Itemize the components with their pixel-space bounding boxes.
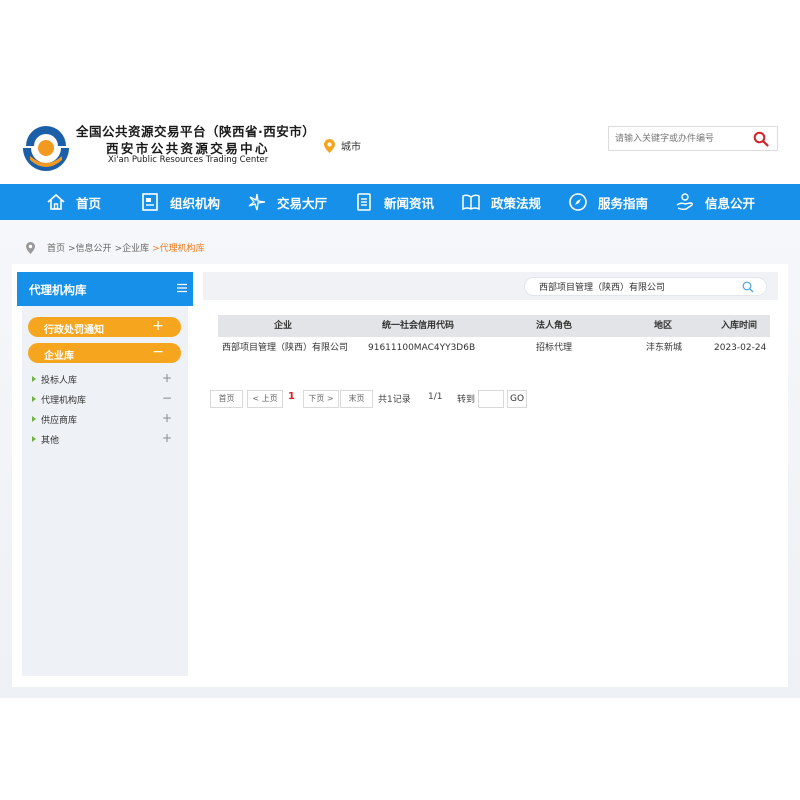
cell-region: 沣东新城 — [646, 343, 683, 353]
search-input[interactable] — [615, 131, 745, 146]
breadcrumb-current: >代理机构库 — [152, 244, 205, 254]
site-header: 全国公共资源交易平台（陕西省·西安市） 西安市公共资源交易中心 Xi'an Pu… — [0, 102, 800, 184]
collapse-icon: − — [161, 391, 172, 405]
location-pin-icon — [324, 138, 335, 153]
cell-company[interactable]: 西部项目管理（陕西）有限公司 — [222, 337, 348, 359]
nav-item-trading-hall[interactable]: 交易大厅 — [247, 184, 327, 220]
pager-pages: 1/1 — [428, 392, 443, 402]
pager-go-button[interactable]: GO — [507, 390, 527, 408]
location-pin-icon — [26, 241, 35, 254]
site-search — [608, 126, 778, 151]
star-icon — [248, 193, 266, 211]
pager-current-page[interactable]: 1 — [288, 391, 295, 402]
pager-prev-button[interactable]: < 上页 — [247, 390, 283, 408]
main-nav: 首页 组织机构 交易大厅 新闻资讯 政策法规 服务指南 信息公开 — [0, 184, 800, 220]
logo-icon — [23, 126, 69, 171]
pager-goto-input[interactable] — [478, 390, 504, 408]
sidebar-header: 代理机构库 — [17, 272, 193, 306]
site-english-name: Xi'an Public Resources Trading Center — [108, 155, 269, 165]
sidebar-item-agency-lib[interactable]: 代理机构库 − — [32, 391, 172, 407]
breadcrumb-enterprise-lib[interactable]: >企业库 — [115, 241, 150, 254]
arrow-right-icon — [32, 376, 36, 382]
expand-icon: + — [161, 371, 172, 385]
agency-table: 企业 统一社会信用代码 法人角色 地区 入库时间 西部项目管理（陕西）有限公司 … — [218, 315, 770, 359]
breadcrumb-home[interactable]: 首页 — [47, 241, 65, 254]
sidebar-item-bidder-lib[interactable]: 投标人库 + — [32, 371, 172, 387]
city-selector[interactable]: 城市 — [324, 138, 361, 153]
org-icon — [142, 193, 158, 211]
collapse-icon: − — [152, 344, 164, 360]
company-search — [524, 277, 767, 296]
column-header-company: 企业 — [274, 321, 293, 331]
cell-role: 招标代理 — [536, 343, 573, 353]
pager-goto-label: 转到 — [457, 395, 476, 405]
arrow-right-icon — [32, 436, 36, 442]
table-row[interactable]: 西部项目管理（陕西）有限公司 91611100MAC4YY3D6B 招标代理 沣… — [218, 337, 770, 359]
arrow-right-icon — [32, 396, 36, 402]
nav-item-org[interactable]: 组织机构 — [140, 184, 220, 220]
company-search-input[interactable] — [539, 280, 739, 293]
sidebar-item-supplier-lib[interactable]: 供应商库 + — [32, 411, 172, 427]
breadcrumb-info-public[interactable]: >信息公开 — [68, 241, 112, 254]
search-icon[interactable] — [742, 281, 754, 293]
menu-icon[interactable] — [177, 283, 187, 293]
compass-icon — [569, 193, 587, 211]
hand-icon — [676, 193, 693, 211]
arrow-right-icon — [32, 416, 36, 422]
table-header: 企业 统一社会信用代码 法人角色 地区 入库时间 — [218, 315, 770, 337]
search-icon[interactable] — [753, 131, 769, 147]
expand-icon: + — [161, 431, 172, 445]
sidebar-title: 代理机构库 — [29, 283, 87, 297]
news-icon — [357, 193, 371, 211]
pager-next-button[interactable]: 下页 > — [303, 390, 339, 408]
sidebar-group-enterprise-lib[interactable]: 企业库 − — [28, 343, 181, 363]
nav-item-info-public[interactable]: 信息公开 — [675, 184, 755, 220]
breadcrumb: 首页 >信息公开 >企业库 >代理机构库 — [26, 241, 205, 254]
cell-credit-code: 91611100MAC4YY3D6B — [368, 343, 476, 353]
sidebar-item-other[interactable]: 其他 + — [32, 431, 172, 447]
pager-first-button[interactable]: 首页 — [210, 390, 243, 408]
pager-total: 共1记录 — [378, 395, 411, 405]
column-header-region: 地区 — [654, 321, 673, 331]
nav-item-news[interactable]: 新闻资讯 — [354, 184, 434, 220]
column-header-date: 入库时间 — [721, 321, 758, 331]
nav-item-home[interactable]: 首页 — [46, 184, 101, 220]
book-icon — [462, 194, 480, 211]
filter-bar — [203, 272, 778, 300]
sidebar-group-penalty-notice[interactable]: 行政处罚通知 + — [28, 317, 181, 337]
cell-date: 2023-02-24 — [714, 343, 767, 353]
column-header-credit-code: 统一社会信用代码 — [382, 321, 455, 331]
column-header-role: 法人角色 — [536, 321, 573, 331]
pager-last-button[interactable]: 末页 — [340, 390, 373, 408]
city-label: 城市 — [341, 142, 361, 153]
nav-item-service-guide[interactable]: 服务指南 — [568, 184, 648, 220]
expand-icon: + — [152, 318, 164, 334]
home-icon — [47, 193, 65, 210]
nav-item-policy[interactable]: 政策法规 — [461, 184, 541, 220]
expand-icon: + — [161, 411, 172, 425]
